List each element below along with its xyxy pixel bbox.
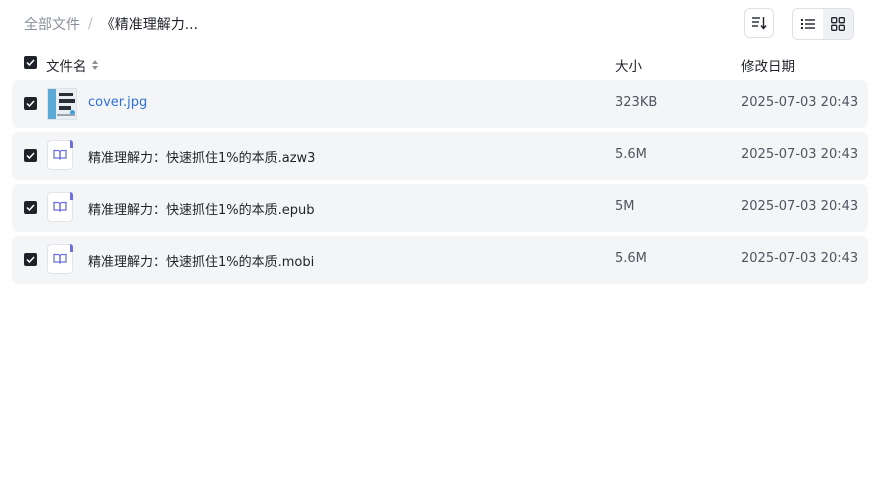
check-icon xyxy=(26,204,35,211)
view-mode-toggle xyxy=(792,8,854,40)
breadcrumb: 全部文件 / 《精准理解力... xyxy=(24,14,198,34)
check-icon xyxy=(26,256,35,263)
file-modified-date: 2025-07-03 20:43 xyxy=(741,199,859,214)
check-icon xyxy=(26,59,35,66)
column-header-size: 大小 xyxy=(615,59,642,75)
file-modified-date: 2025-07-03 20:43 xyxy=(741,95,859,110)
book-cover-icon xyxy=(47,88,77,120)
table-row[interactable]: cover.jpg 323KB 2025-07-03 20:43 xyxy=(12,80,868,128)
open-book-icon xyxy=(53,201,67,212)
file-table-header: 文件名 大小 修改日期 xyxy=(12,52,868,76)
column-header-name[interactable]: 文件名 xyxy=(46,55,99,75)
grid-view-button[interactable] xyxy=(823,9,853,39)
breadcrumb-root-link[interactable]: 全部文件 xyxy=(24,14,80,34)
sort-lines-icon xyxy=(752,17,767,30)
row-checkbox[interactable] xyxy=(24,97,37,110)
file-type-icon-wrapper xyxy=(47,244,77,276)
check-icon xyxy=(26,152,35,159)
open-book-icon xyxy=(53,253,67,264)
file-type-icon-wrapper xyxy=(47,140,77,172)
file-name[interactable]: 精准理解力：快速抓住1%的本质.azw3 xyxy=(88,147,315,166)
open-book-icon xyxy=(53,149,67,160)
check-icon xyxy=(26,100,35,107)
row-checkbox[interactable] xyxy=(24,149,37,162)
file-modified-date: 2025-07-03 20:43 xyxy=(741,251,859,266)
file-size: 5.6M xyxy=(615,251,647,266)
table-row[interactable]: 精准理解力：快速抓住1%的本质.epub 5M 2025-07-03 20:43 xyxy=(12,184,868,232)
row-checkbox[interactable] xyxy=(24,201,37,214)
file-size: 5M xyxy=(615,199,635,214)
breadcrumb-separator: / xyxy=(88,16,93,32)
select-all-checkbox[interactable] xyxy=(24,56,37,69)
sort-button[interactable] xyxy=(744,8,774,38)
row-checkbox[interactable] xyxy=(24,253,37,266)
file-modified-date: 2025-07-03 20:43 xyxy=(741,147,859,162)
table-row[interactable]: 精准理解力：快速抓住1%的本质.azw3 5.6M 2025-07-03 20:… xyxy=(12,132,868,180)
file-size: 5.6M xyxy=(615,147,647,162)
file-name[interactable]: 精准理解力：快速抓住1%的本质.epub xyxy=(88,199,315,218)
list-view-icon xyxy=(801,19,815,29)
ebook-file-icon xyxy=(47,192,73,222)
ebook-file-icon xyxy=(47,140,73,170)
column-header-name-label: 文件名 xyxy=(46,59,87,75)
file-size: 323KB xyxy=(615,95,658,110)
list-view-button[interactable] xyxy=(793,9,823,39)
file-name[interactable]: 精准理解力：快速抓住1%的本质.mobi xyxy=(88,251,314,270)
column-header-modified: 修改日期 xyxy=(741,59,795,75)
image-thumbnail xyxy=(47,88,77,120)
grid-view-icon xyxy=(831,17,845,31)
sort-toggle-icon xyxy=(91,60,98,70)
table-row[interactable]: 精准理解力：快速抓住1%的本质.mobi 5.6M 2025-07-03 20:… xyxy=(12,236,868,284)
ebook-file-icon xyxy=(47,244,73,274)
breadcrumb-current-folder: 《精准理解力... xyxy=(100,17,199,33)
file-name-link[interactable]: cover.jpg xyxy=(88,95,147,110)
file-type-icon-wrapper xyxy=(47,192,77,224)
